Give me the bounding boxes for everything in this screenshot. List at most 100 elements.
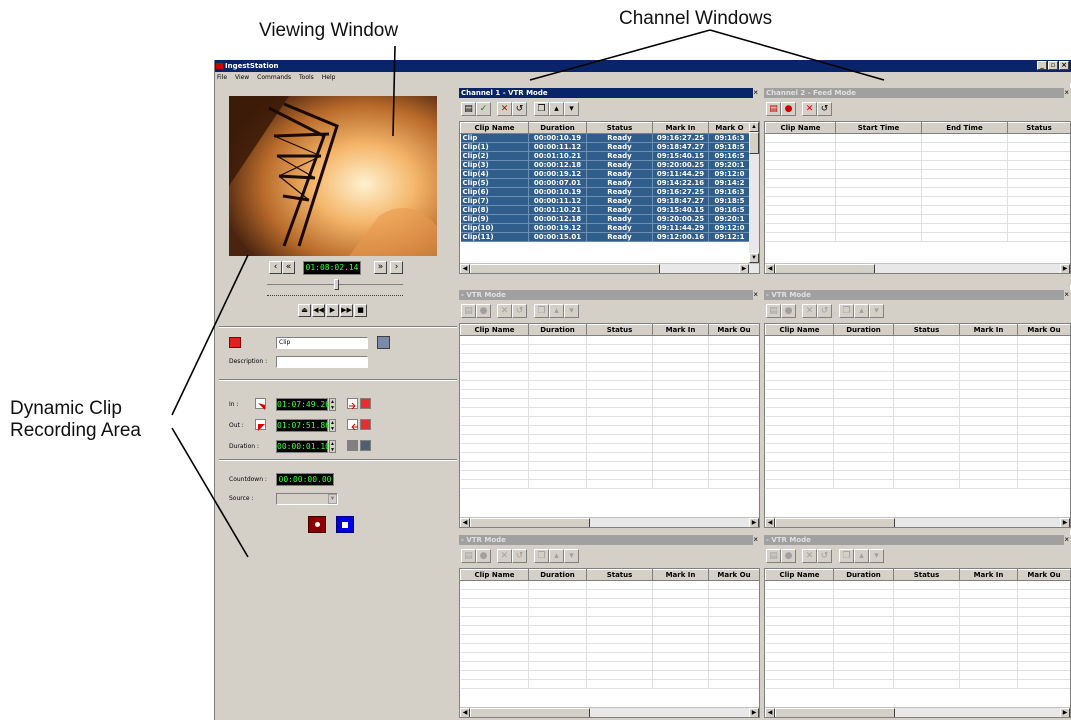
table-row[interactable] (765, 362, 1070, 372)
close-icon[interactable]: × (1064, 88, 1069, 98)
table-row[interactable] (765, 580, 1070, 590)
table-row[interactable] (460, 643, 759, 653)
scroll-right-icon[interactable]: ▶ (1060, 264, 1070, 273)
table-row[interactable] (460, 443, 759, 453)
table-row[interactable] (765, 434, 1070, 444)
column-header[interactable]: Mark Ou (708, 569, 759, 581)
table-row[interactable] (765, 232, 1070, 242)
table-row[interactable] (765, 223, 1070, 233)
table-row[interactable] (765, 470, 1070, 480)
play-button[interactable]: ▶ (326, 304, 339, 317)
move-down-icon[interactable]: ▾ (564, 304, 579, 318)
scroll-thumb[interactable] (470, 708, 590, 717)
table-row[interactable] (460, 353, 759, 363)
close-icon[interactable]: × (753, 290, 758, 300)
table-row[interactable] (460, 452, 759, 462)
record-check-icon[interactable]: ● (781, 102, 796, 116)
column-header[interactable]: Duration (528, 569, 587, 581)
undo-icon[interactable]: ↺ (512, 549, 527, 563)
scroll-down-icon[interactable]: ▼ (749, 253, 759, 263)
record-button[interactable] (308, 516, 326, 533)
mark-out-icon[interactable] (255, 419, 266, 431)
table-row[interactable] (460, 434, 759, 444)
table-row[interactable] (765, 634, 1070, 644)
delete-icon[interactable]: ✕ (802, 304, 817, 318)
scroll-right-icon[interactable]: ▶ (739, 264, 749, 273)
goto-in-icon[interactable] (347, 398, 358, 410)
scroll-thumb[interactable] (775, 708, 895, 717)
table-row[interactable] (460, 634, 759, 644)
column-header[interactable]: Clip Name (765, 569, 834, 581)
table-row[interactable] (460, 616, 759, 626)
menu-view[interactable]: View (235, 74, 249, 81)
table-row[interactable] (765, 160, 1070, 170)
column-header[interactable]: Mark In (652, 122, 709, 134)
close-icon[interactable]: × (753, 535, 758, 545)
table-row[interactable] (765, 661, 1070, 671)
column-header[interactable]: Mark Ou (1017, 569, 1070, 581)
table-row[interactable] (460, 335, 759, 345)
delete-icon[interactable]: ✕ (497, 304, 512, 318)
table-row[interactable] (765, 380, 1070, 390)
duration-tool-icon[interactable] (347, 440, 358, 451)
table-row[interactable] (460, 362, 759, 372)
copy-icon[interactable]: ❐ (839, 304, 854, 318)
column-header[interactable]: Clip Name (765, 122, 836, 134)
stop-record-button[interactable] (336, 516, 354, 533)
goto-out-icon[interactable] (347, 419, 358, 431)
move-up-icon[interactable]: ▴ (549, 549, 564, 563)
table-row[interactable] (460, 670, 759, 680)
jump-back-button[interactable]: « (282, 261, 295, 274)
horizontal-scrollbar[interactable]: ◀ ▶ (460, 263, 759, 273)
delete-icon[interactable]: ✕ (802, 102, 817, 116)
vertical-scrollbar[interactable]: ▲ ▼ (749, 122, 759, 263)
channel-6-clip-grid[interactable]: Clip Name Duration Status Mark In Mark O… (764, 568, 1071, 718)
record-list-icon[interactable]: ▤ (766, 549, 781, 563)
horizontal-scrollbar[interactable]: ◀ ▶ (765, 707, 1070, 717)
table-row[interactable] (460, 389, 759, 399)
table-row[interactable] (765, 371, 1070, 381)
table-row[interactable] (460, 589, 759, 599)
table-row[interactable] (765, 214, 1070, 224)
close-icon[interactable]: × (1064, 290, 1069, 300)
column-header[interactable]: Duration (833, 324, 894, 336)
table-row[interactable]: Clip(4) 00:00:19.12 Ready 09:11:44.29 09:12:… (460, 169, 751, 179)
copy-icon[interactable]: ❐ (534, 549, 549, 563)
column-header[interactable]: Start Time (835, 122, 922, 134)
move-up-icon[interactable]: ▴ (549, 304, 564, 318)
table-row[interactable] (460, 407, 759, 417)
table-row[interactable] (765, 607, 1070, 617)
duration-timecode[interactable]: 00:00:01.10 (276, 440, 330, 453)
column-header[interactable]: Duration (833, 569, 894, 581)
undo-icon[interactable]: ↺ (512, 102, 527, 116)
browse-icon[interactable] (377, 336, 390, 349)
mark-in-icon[interactable] (255, 398, 266, 410)
table-row[interactable] (765, 625, 1070, 635)
record-check-icon[interactable]: ● (781, 549, 796, 563)
table-row[interactable] (765, 151, 1070, 161)
undo-icon[interactable]: ↺ (817, 304, 832, 318)
scroll-thumb[interactable] (775, 264, 875, 273)
table-row[interactable] (765, 187, 1070, 197)
table-row[interactable] (765, 679, 1070, 689)
menu-tools[interactable]: Tools (299, 74, 314, 81)
table-row[interactable]: Clip(7) 00:00:11.12 Ready 09:18:47.27 09:18:… (460, 196, 751, 206)
column-header[interactable]: Clip Name (460, 324, 529, 336)
rewind-button[interactable]: ◀◀ (312, 304, 325, 317)
clear-out-icon[interactable] (360, 419, 371, 430)
table-row[interactable] (460, 425, 759, 435)
scroll-left-icon[interactable]: ◀ (765, 518, 775, 527)
minimize-button[interactable]: _ (1037, 61, 1047, 70)
table-row[interactable]: Clip(10) 00:00:19.12 Ready 09:11:44.29 09:12… (460, 223, 751, 233)
column-header[interactable]: Duration (528, 122, 587, 134)
horizontal-scrollbar[interactable]: ◀ ▶ (460, 517, 759, 527)
table-row[interactable] (460, 580, 759, 590)
scroll-left-icon[interactable]: ◀ (765, 708, 775, 717)
table-row[interactable] (765, 178, 1070, 188)
channel-3-clip-grid[interactable]: Clip Name Duration Status Mark In Mark O… (459, 323, 760, 528)
delete-icon[interactable]: ✕ (802, 549, 817, 563)
shuttle-slider[interactable] (334, 279, 339, 290)
horizontal-scrollbar[interactable]: ◀ ▶ (765, 517, 1070, 527)
table-row[interactable] (765, 425, 1070, 435)
column-header[interactable]: Mark Ou (708, 324, 759, 336)
